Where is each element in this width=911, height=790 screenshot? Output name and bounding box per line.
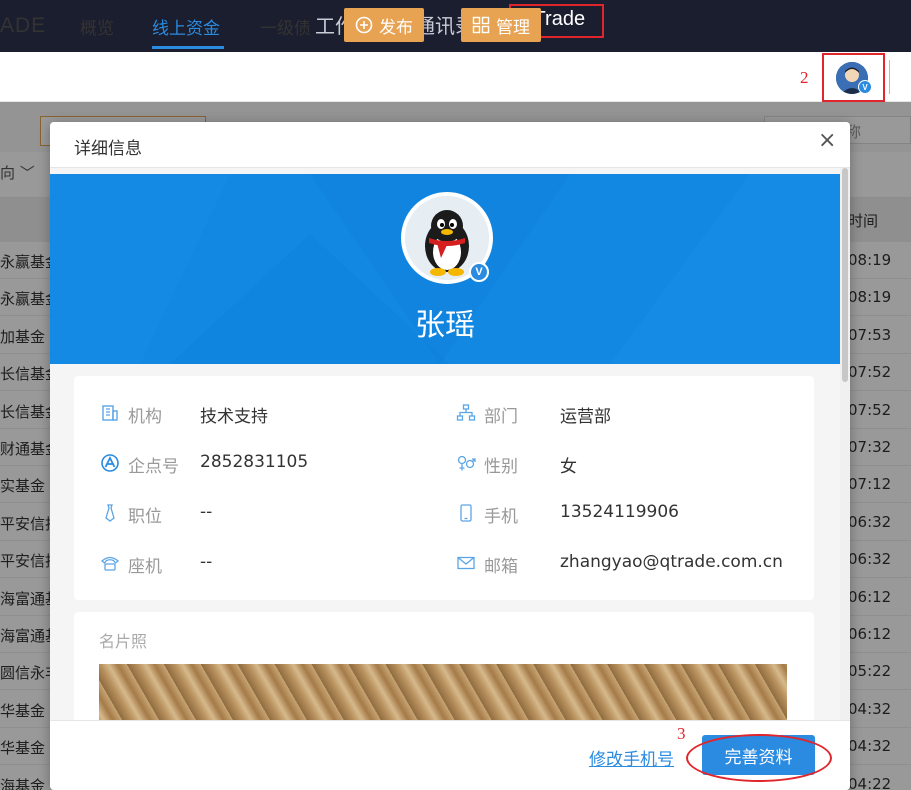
annotation-ellipse-3 [686,734,832,782]
verified-badge: V [469,262,489,282]
user-name: 张瑶 [415,308,475,343]
app-header [0,52,911,102]
field-qidian-number: 企点号 2852831105 [100,452,430,477]
field-label: 座机 [128,557,162,577]
profile-info-card: 机构 技术支持 部门 运营部 企点号 2852831105 性别 女 职位 --… [74,376,814,600]
field-value: 运营部 [560,407,611,427]
annotation-label-3: 3 [677,724,686,743]
publish-label: 发布 [379,17,413,38]
field-gender: 性别 女 [456,452,786,477]
plus-circle-icon [355,16,373,34]
publish-button[interactable]: 发布 [344,8,424,42]
field-organization: 机构 技术支持 [100,402,430,427]
field-department: 部门 运营部 [456,402,786,427]
field-value: -- [200,552,213,572]
tie-icon [105,504,115,522]
profile-banner: V 张瑶 [50,174,840,364]
field-email: 邮箱 zhangyao@qtrade.com.cn [456,552,806,577]
modal-scrollbar-thumb[interactable] [842,168,848,382]
header-divider [889,60,890,94]
manage-label: 管理 [496,17,530,38]
annotation-label-2: 2 [800,68,809,87]
mobile-icon [460,504,472,522]
annotation-box-2 [822,53,885,102]
field-label: 性别 [484,457,518,477]
field-label: 职位 [128,507,162,527]
edit-phone-link[interactable]: 修改手机号 [589,745,674,770]
mail-icon [457,556,475,570]
field-landline: 座机 -- [100,552,430,577]
field-value: zhangyao@qtrade.com.cn [560,552,783,572]
field-value: 2852831105 [200,452,309,472]
field-value: 女 [560,457,577,477]
field-label: 企点号 [128,457,179,477]
manage-button[interactable]: 管理 [461,8,541,42]
field-label: 手机 [484,507,518,527]
grid-icon [472,16,490,34]
modal-title: 详细信息 [74,139,142,159]
field-mobile: 手机 13524119906 [456,502,786,527]
modal-header: 详细信息 × [50,122,850,168]
building-icon [102,405,118,421]
active-tab-indicator [152,46,224,49]
nav-primary-bond[interactable]: 一级债 [260,14,311,39]
field-value: -- [200,502,213,522]
app-logo: ADE [0,14,47,37]
business-card-title: 名片照 [99,632,148,651]
field-value: 技术支持 [200,407,268,427]
detail-modal: 详细信息 × V 张瑶 机构 技术支持 部门 运营部 企点号 285283110… [50,122,850,790]
close-icon[interactable]: × [818,128,836,153]
nav-online-funds[interactable]: 线上资金 [152,14,220,39]
field-value: 13524119906 [560,502,679,522]
field-position: 职位 -- [100,502,430,527]
field-label: 部门 [484,407,518,427]
telephone-icon [100,556,120,571]
org-chart-icon [456,404,476,421]
field-label: 邮箱 [484,557,518,577]
gender-icon [457,455,476,471]
qidian-icon [101,454,119,472]
nav-overview[interactable]: 概览 [80,14,114,39]
field-label: 机构 [128,407,162,427]
